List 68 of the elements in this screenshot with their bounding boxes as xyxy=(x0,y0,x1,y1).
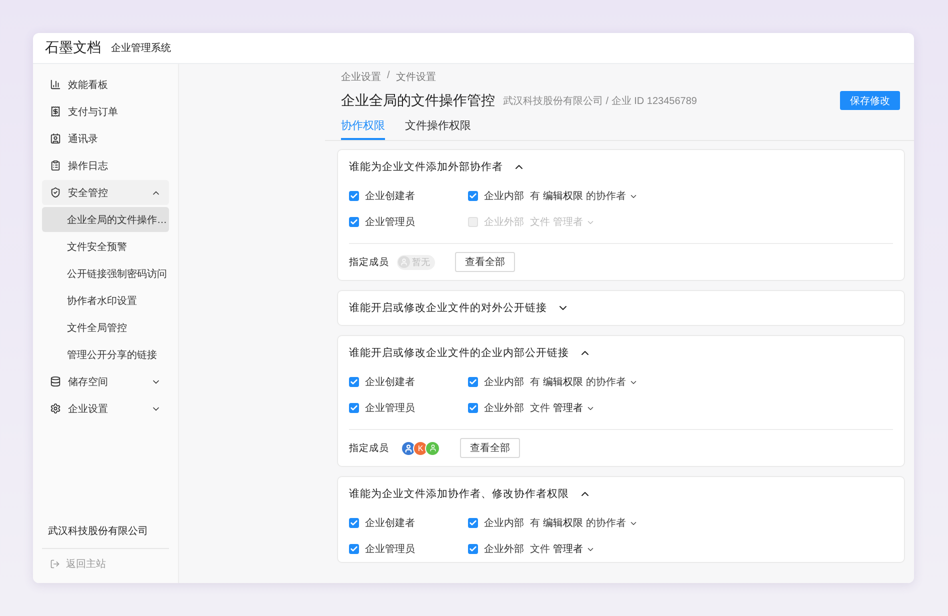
breadcrumb-separator: / xyxy=(387,70,390,83)
breadcrumb-link[interactable]: 企业设置 xyxy=(341,70,381,84)
sidebar-item[interactable]: 操作日志 xyxy=(42,153,169,178)
checkbox-label: 企业管理员 xyxy=(365,542,415,556)
checkbox-label: 企业内部 xyxy=(484,376,524,389)
checkbox-label: 企业外部 xyxy=(484,216,524,229)
checkbox[interactable] xyxy=(349,377,359,387)
checkbox[interactable] xyxy=(349,191,359,201)
view-all-button[interactable]: 查看全部 xyxy=(455,252,515,272)
permission-dropdown[interactable]: 文件 管理者 xyxy=(530,401,595,415)
checkbox-label: 企业外部 xyxy=(484,542,524,556)
checkbox-label: 企业外部 xyxy=(484,402,524,415)
checkbox[interactable] xyxy=(349,544,359,554)
checkbox[interactable] xyxy=(468,518,478,528)
shield-icon xyxy=(50,187,61,198)
checkbox-label: 企业创建者 xyxy=(365,376,415,389)
tab[interactable]: 文件操作权限 xyxy=(405,118,471,140)
checkbox-label: 企业内部 xyxy=(484,190,524,203)
contact-card-icon xyxy=(50,133,61,144)
checkbox[interactable] xyxy=(349,403,359,413)
page-subtitle: 武汉科技股份有限公司 / 企业 ID 123456789 xyxy=(503,94,698,108)
checkbox[interactable] xyxy=(468,377,478,387)
database-icon xyxy=(50,376,61,387)
sidebar-item[interactable]: 安全管控 xyxy=(42,180,169,205)
checkbox-label: 企业内部 xyxy=(484,516,524,530)
sidebar-item[interactable]: 通讯录 xyxy=(42,126,169,151)
members-label: 指定成员 xyxy=(349,442,389,454)
permission-dropdown[interactable]: 文件 管理者 xyxy=(530,542,595,556)
company-name: 武汉科技股份有限公司 xyxy=(47,524,149,539)
view-all-button[interactable]: 查看全部 xyxy=(460,438,520,458)
page-title: 企业全局的文件操作管控 xyxy=(341,92,495,110)
checkbox[interactable] xyxy=(468,544,478,554)
checkbox-label: 企业管理员 xyxy=(365,402,415,415)
clipboard-icon xyxy=(50,160,61,171)
sidebar-item[interactable]: 支付与订单 xyxy=(42,99,169,124)
sidebar-subitem[interactable]: 管理公开分享的链接 xyxy=(42,342,169,367)
checkbox[interactable] xyxy=(468,191,478,201)
permission-dropdown[interactable]: 有 编辑权限 的协作者 xyxy=(530,516,638,530)
checkbox-label: 企业创建者 xyxy=(365,190,415,203)
logo-text: 石墨文档 xyxy=(45,39,101,57)
breadcrumb-link[interactable]: 文件设置 xyxy=(396,70,436,84)
sidebar-subitem[interactable]: 文件安全预警 xyxy=(42,234,169,259)
section-title: 谁能为企业文件添加协作者、修改协作者权限 xyxy=(349,486,569,500)
sidebar-subitem[interactable]: 公开链接强制密码访问 xyxy=(42,261,169,286)
exit-icon xyxy=(50,559,60,569)
settings-icon xyxy=(50,403,61,414)
sidebar-item[interactable]: 效能看板 xyxy=(42,72,169,97)
user-icon xyxy=(398,256,410,268)
permission-dropdown[interactable]: 有 编辑权限 的协作者 xyxy=(530,375,638,389)
sidebar-item[interactable]: 企业设置 xyxy=(42,396,169,421)
product-name: 企业管理系统 xyxy=(111,42,171,55)
receipt-icon xyxy=(50,106,61,117)
sidebar-subitem[interactable]: 文件全局管控 xyxy=(42,315,169,340)
sidebar-item[interactable]: 储存空间 xyxy=(42,369,169,394)
members-label: 指定成员 xyxy=(349,256,389,268)
checkbox-label: 企业管理员 xyxy=(365,216,415,229)
section-title: 谁能开启或修改企业文件的对外公开链接 xyxy=(349,301,547,315)
sidebar-subitem[interactable]: 协作者水印设置 xyxy=(42,288,169,313)
chart-icon xyxy=(50,79,61,90)
checkbox[interactable] xyxy=(349,518,359,528)
section-title: 谁能开启或修改企业文件的企业内部公开链接 xyxy=(349,346,569,360)
checkbox-label: 企业创建者 xyxy=(365,516,415,530)
section-title: 谁能为企业文件添加外部协作者 xyxy=(349,160,503,174)
checkbox[interactable] xyxy=(468,403,478,413)
permission-dropdown[interactable]: 有 编辑权限 的协作者 xyxy=(530,189,638,203)
sidebar-subitem[interactable]: 企业全局的文件操作… xyxy=(42,207,169,232)
checkbox[interactable] xyxy=(349,217,359,227)
letter-avatar: K xyxy=(413,440,428,456)
